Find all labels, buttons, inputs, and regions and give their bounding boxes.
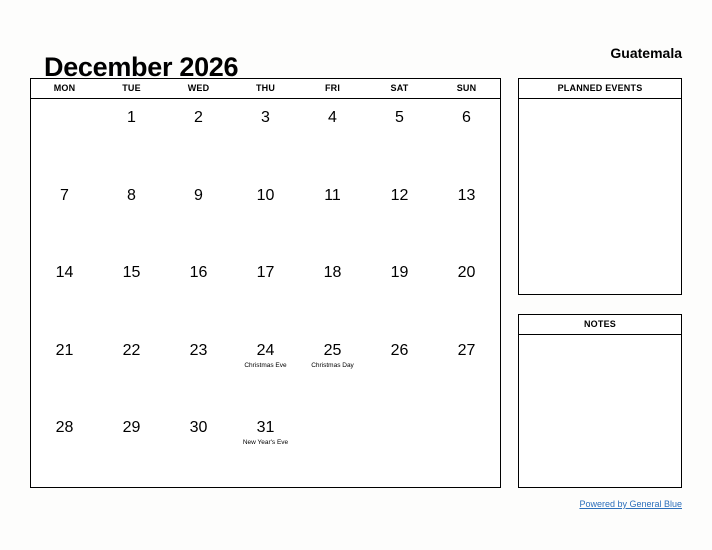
calendar-day-cell[interactable]: 7 xyxy=(31,177,98,255)
day-event-label: Christmas Eve xyxy=(244,361,287,369)
day-number: 21 xyxy=(55,341,74,359)
calendar-page: December 2026 Guatemala MON TUE WED THU FRI S… xyxy=(0,0,712,550)
calendar-day-cell[interactable]: 29 xyxy=(98,409,165,487)
day-number: 22 xyxy=(122,341,141,359)
day-number: 7 xyxy=(60,186,69,204)
day-number: 5 xyxy=(395,109,404,126)
calendar-day-cell-empty xyxy=(433,409,500,487)
day-number: 30 xyxy=(189,419,208,437)
weekday-header-fri: FRI xyxy=(324,83,341,93)
day-number: 10 xyxy=(256,186,275,204)
calendar-week-row: 7 8 9 10 11 12 13 xyxy=(31,177,500,255)
day-number: 11 xyxy=(324,186,341,204)
day-number: 1 xyxy=(127,109,136,126)
day-number: 20 xyxy=(457,264,476,282)
calendar-week-row: 14 15 16 17 18 19 20 xyxy=(31,254,500,332)
calendar-day-cell[interactable]: 14 xyxy=(31,254,98,332)
day-number: 14 xyxy=(55,264,74,282)
day-number: 13 xyxy=(457,186,476,204)
calendar-day-cell[interactable]: 20 xyxy=(433,254,500,332)
calendar-day-cell[interactable]: 6 xyxy=(433,99,500,177)
weekday-header-thu: THU xyxy=(255,83,276,93)
planned-events-box: PLANNED EVENTS xyxy=(518,78,682,295)
calendar-day-cell[interactable]: 16 xyxy=(165,254,232,332)
calendar-day-cell[interactable]: 4 xyxy=(299,99,366,177)
calendar-day-cell[interactable]: 21 xyxy=(31,332,98,410)
calendar-day-cell-empty xyxy=(366,409,433,487)
notes-writing-area[interactable] xyxy=(519,335,681,487)
calendar-week-row: 1 2 3 4 5 6 xyxy=(31,99,500,177)
day-number: 6 xyxy=(462,109,471,126)
calendar-day-cell[interactable]: 1 xyxy=(98,99,165,177)
day-number: 16 xyxy=(189,264,208,282)
day-number: 28 xyxy=(55,419,74,437)
day-number: 19 xyxy=(390,264,409,282)
locale-title: Guatemala xyxy=(610,45,682,61)
calendar-day-cell[interactable]: 10 xyxy=(232,177,299,255)
calendar-day-cell[interactable]: 2 xyxy=(165,99,232,177)
day-number: 26 xyxy=(390,341,409,359)
weekday-header-mon: MON xyxy=(53,83,76,93)
calendar-day-cell[interactable]: 11 xyxy=(299,177,366,255)
powered-by-link[interactable]: Powered by General Blue xyxy=(579,498,682,510)
day-event-label: Christmas Day xyxy=(311,361,354,369)
calendar-week-row: 28 29 30 31 New Year's Eve xyxy=(31,409,500,487)
day-number: 23 xyxy=(189,341,208,359)
weekday-header-tue: TUE xyxy=(122,83,141,93)
calendar-day-cell[interactable]: 3 xyxy=(232,99,299,177)
calendar-day-cell[interactable]: 5 xyxy=(366,99,433,177)
calendar-day-cell[interactable]: 28 xyxy=(31,409,98,487)
day-event-label: New Year's Eve xyxy=(242,439,289,447)
day-number: 12 xyxy=(390,186,409,204)
calendar-day-cell[interactable]: 27 xyxy=(433,332,500,410)
day-number: 4 xyxy=(328,109,337,126)
calendar-day-cell-empty xyxy=(299,409,366,487)
day-number: 17 xyxy=(256,264,275,282)
calendar-day-cell[interactable]: 8 xyxy=(98,177,165,255)
day-number: 15 xyxy=(122,264,141,282)
day-number: 18 xyxy=(323,264,342,282)
calendar-day-cell[interactable]: 31 New Year's Eve xyxy=(232,409,299,487)
weekday-header-sat: SAT xyxy=(390,83,409,93)
weekday-header-row: MON TUE WED THU FRI SAT SUN xyxy=(31,79,500,99)
weekday-header-sun: SUN xyxy=(456,83,477,93)
calendar-day-cell[interactable]: 24 Christmas Eve xyxy=(232,332,299,410)
day-number: 9 xyxy=(194,186,203,204)
calendar-grid: MON TUE WED THU FRI SAT SUN 1 2 3 4 5 6 7 8 9 10 11 12 13 1… xyxy=(30,78,501,488)
calendar-day-cell[interactable]: 30 xyxy=(165,409,232,487)
day-number: 31 xyxy=(256,419,275,437)
day-number: 25 xyxy=(323,341,342,359)
calendar-day-cell[interactable]: 23 xyxy=(165,332,232,410)
day-number: 3 xyxy=(261,109,270,126)
day-number: 2 xyxy=(194,109,203,126)
calendar-weeks: 1 2 3 4 5 6 7 8 9 10 11 12 13 14 15 16 17 18 19 20 21 22 23 24 C… xyxy=(31,99,500,487)
calendar-day-cell[interactable]: 13 xyxy=(433,177,500,255)
calendar-week-row: 21 22 23 24 Christmas Eve 25 Christmas Day 26 27 xyxy=(31,332,500,410)
planned-events-title: PLANNED EVENTS xyxy=(519,79,681,99)
day-number: 27 xyxy=(457,341,476,359)
weekday-header-wed: WED xyxy=(187,83,210,93)
calendar-day-cell[interactable]: 12 xyxy=(366,177,433,255)
calendar-day-cell-empty xyxy=(31,99,98,177)
calendar-day-cell[interactable]: 19 xyxy=(366,254,433,332)
calendar-day-cell[interactable]: 9 xyxy=(165,177,232,255)
calendar-day-cell[interactable]: 18 xyxy=(299,254,366,332)
calendar-day-cell[interactable]: 25 Christmas Day xyxy=(299,332,366,410)
calendar-day-cell[interactable]: 26 xyxy=(366,332,433,410)
calendar-day-cell[interactable]: 17 xyxy=(232,254,299,332)
day-number: 29 xyxy=(122,419,141,437)
planned-events-writing-area[interactable] xyxy=(519,99,681,294)
calendar-day-cell[interactable]: 15 xyxy=(98,254,165,332)
notes-title: NOTES xyxy=(519,315,681,335)
day-number: 24 xyxy=(256,341,275,359)
calendar-day-cell[interactable]: 22 xyxy=(98,332,165,410)
day-number: 8 xyxy=(127,186,136,204)
notes-box: NOTES xyxy=(518,314,682,488)
